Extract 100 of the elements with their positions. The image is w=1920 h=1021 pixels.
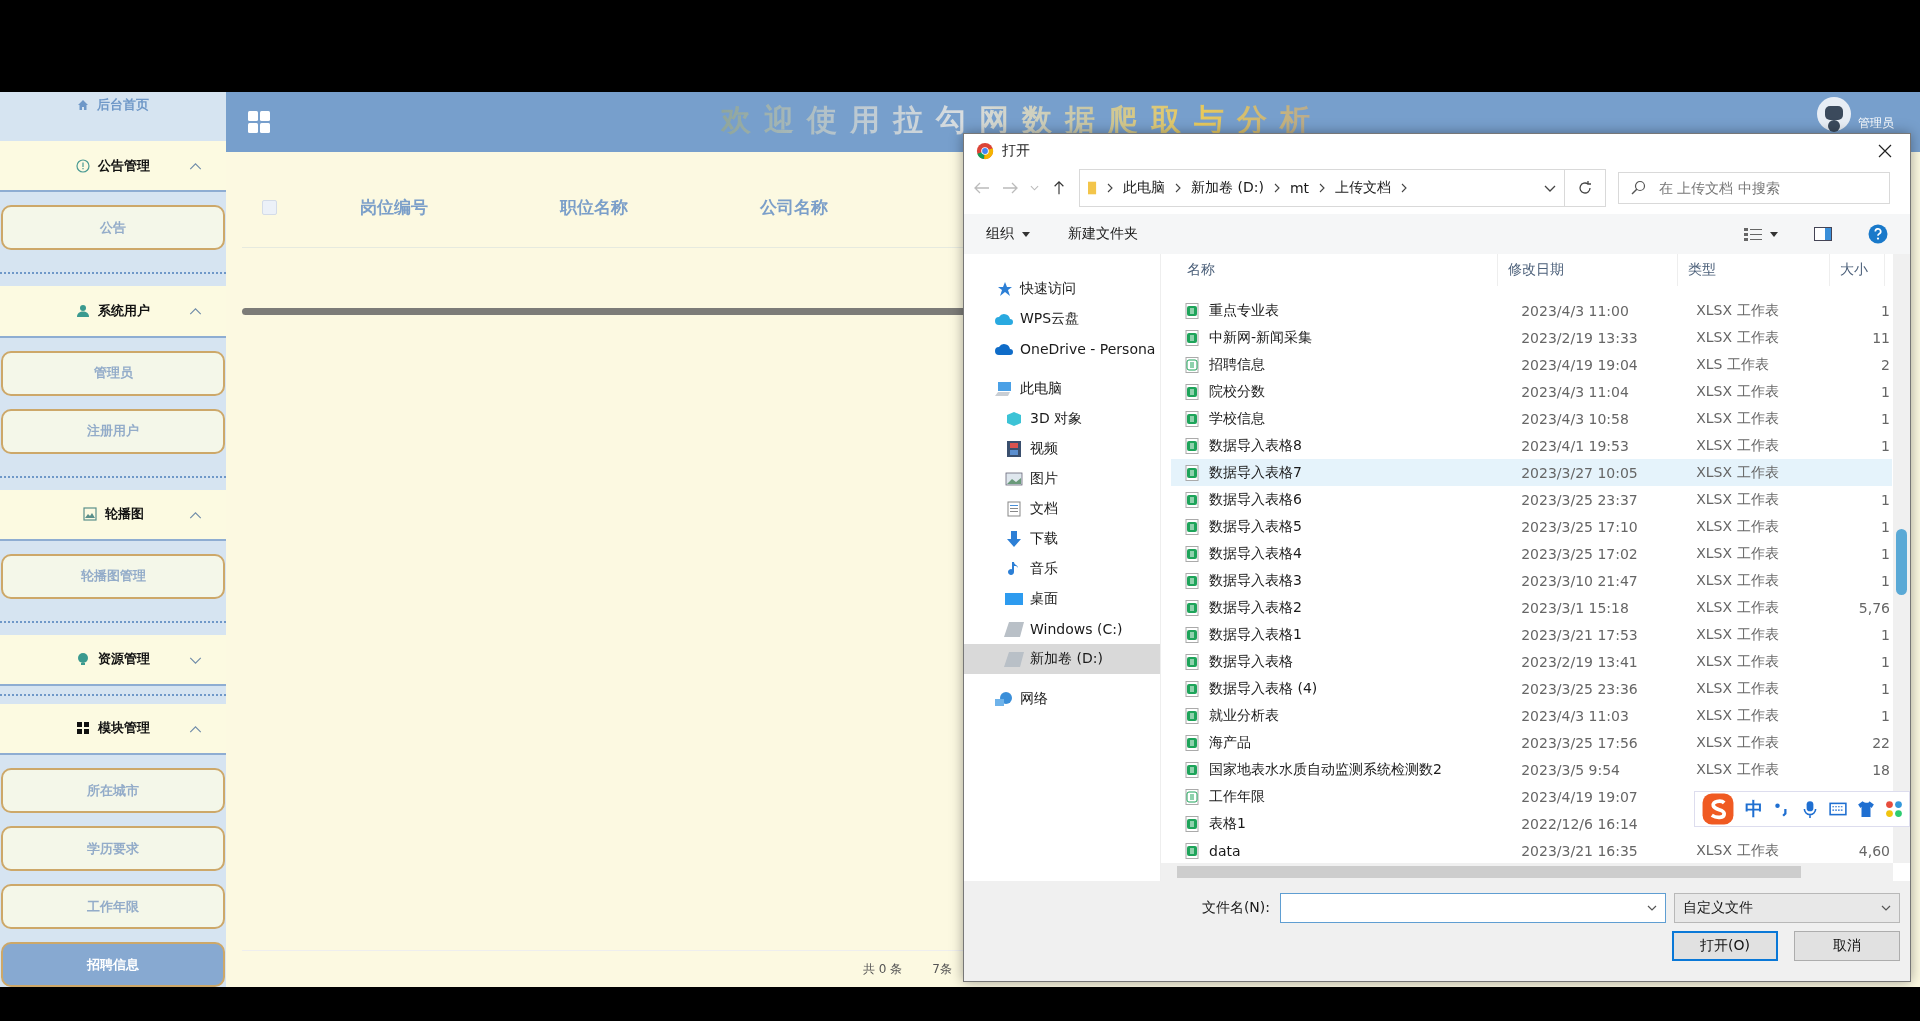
select-all-checkbox[interactable] [262,200,277,215]
nav-item[interactable]: 图片 [964,464,1160,494]
file-row[interactable]: 数据导入表格1 2023/3/21 17:53 XLSX 工作表 1 [1171,621,1892,648]
dropdown-caret-icon[interactable] [1022,231,1030,237]
file-date: 2023/4/1 19:53 [1520,437,1630,454]
dropdown-caret-icon[interactable] [1544,184,1556,192]
nav-item[interactable]: 文档 [964,494,1160,524]
file-row[interactable]: 招聘信息 2023/4/19 19:04 XLS 工作表 2 [1171,351,1892,378]
download-arrow-icon [1004,531,1024,547]
column-header[interactable]: 名称 [1161,254,1498,286]
cancel-button[interactable]: 取消 [1794,931,1900,961]
file-row[interactable]: 数据导入表格2 2023/3/1 15:18 XLSX 工作表 5,76 [1171,594,1892,621]
menu-group-header[interactable]: 系统用户 [0,286,226,338]
filename-label: 文件名(N): [1201,899,1270,917]
file-date: 2023/4/3 11:03 [1520,707,1630,724]
filename-field[interactable] [1280,893,1666,923]
nav-item[interactable]: 网络 [964,684,1160,714]
file-size: 1 [1881,437,1890,454]
up-arrow-icon[interactable] [1051,181,1067,195]
address-bar[interactable]: 此电脑 新加卷 (D:) mt 上传文档 [1079,169,1565,207]
ime-mode[interactable]: 中 [1745,797,1763,821]
breadcrumb-item[interactable]: 上传文档 [1335,179,1391,197]
nav-item[interactable]: 桌面 [964,584,1160,614]
apps-icon[interactable] [1885,800,1903,818]
cloud-icon [994,311,1014,327]
file-size: 1 [1881,410,1890,427]
nav-item[interactable]: 快速访问 [964,274,1160,304]
horizontal-scrollbar[interactable] [1161,863,1893,881]
file-name: 重点专业表 [1209,301,1280,320]
chevron-right-icon [1273,183,1280,193]
grid-menu-icon[interactable] [248,111,270,133]
column-header[interactable]: 修改日期 [1498,254,1678,286]
microphone-icon[interactable] [1801,800,1819,818]
nav-item[interactable]: 视频 [964,434,1160,464]
shirt-icon[interactable] [1857,800,1875,818]
file-type-dropdown[interactable]: 自定义文件 [1674,893,1900,923]
breadcrumb-item[interactable]: mt [1289,180,1309,196]
file-date: 2023/4/3 11:00 [1520,302,1630,319]
nav-item[interactable]: 新加卷 (D:) [964,644,1160,674]
search-field[interactable]: 在 上传文档 中搜索 [1618,172,1890,204]
file-row[interactable]: 学校信息 2023/4/3 10:58 XLSX 工作表 1 [1171,405,1892,432]
nav-item[interactable]: Windows (C:) [964,614,1160,644]
column-header[interactable]: 类型 [1678,254,1830,286]
file-row[interactable]: 海产品 2023/3/25 17:56 XLSX 工作表 22 [1171,729,1892,756]
menu-group-header[interactable]: 资源管理 [0,634,226,687]
file-row[interactable]: 数据导入表格8 2023/4/1 19:53 XLSX 工作表 1 [1171,432,1892,459]
vertical-scrollbar[interactable] [1893,254,1910,863]
file-row[interactable]: 就业分析表 2023/4/3 11:03 XLSX 工作表 1 [1171,702,1892,729]
dropdown-caret-icon[interactable] [1770,231,1778,237]
column-header[interactable]: 大小 [1830,254,1885,286]
file-row[interactable]: 数据导入表格5 2023/3/25 17:10 XLSX 工作表 1 [1171,513,1892,540]
file-row[interactable]: 重点专业表 2023/4/3 11:00 XLSX 工作表 1 [1171,297,1892,324]
file-row[interactable]: 院校分数 2023/4/3 11:04 XLSX 工作表 1 [1171,378,1892,405]
nav-item[interactable]: 下载 [964,524,1160,554]
file-row[interactable]: 中新网-新闻采集 2023/2/19 13:33 XLSX 工作表 11 [1171,324,1892,351]
preview-pane-icon[interactable] [1814,227,1832,241]
new-folder-button[interactable]: 新建文件夹 [1068,225,1138,243]
menu-group-header[interactable]: 模块管理 [0,703,226,756]
file-date: 2023/4/19 19:07 [1520,788,1639,805]
menu-group-header[interactable]: 轮播图 [0,489,226,541]
file-date: 2023/3/21 16:35 [1520,842,1639,859]
nav-item[interactable]: WPS云盘 [964,304,1160,334]
file-row[interactable]: 国家地表水水质自动监测系统检测数2 2023/3/5 9:54 XLSX 工作表 18 [1171,756,1892,783]
file-row[interactable]: 数据导入表格 (4) 2023/3/25 23:36 XLSX 工作表 1 [1171,675,1892,702]
nav-item[interactable]: 音乐 [964,554,1160,584]
page-size-select[interactable]: 7条 [932,960,952,978]
file-name: 数据导入表格6 [1209,490,1303,509]
file-row[interactable]: data 2023/3/21 16:35 XLSX 工作表 4,60 [1171,837,1892,863]
file-date: 2023/4/19 19:04 [1520,356,1639,373]
help-icon[interactable] [1868,224,1888,244]
avatar-icon[interactable] [1816,96,1852,132]
file-row[interactable]: 数据导入表格7 2023/3/27 10:05 XLSX 工作表 [1171,459,1892,486]
file-name: 工作年限 [1209,787,1266,806]
refresh-button[interactable] [1564,169,1606,207]
nav-item[interactable]: 此电脑 [964,374,1160,404]
file-type: XLSX 工作表 [1696,490,1779,507]
close-icon[interactable] [1878,144,1892,158]
drive-icon [1004,621,1024,637]
breadcrumb-item[interactable]: 此电脑 [1123,179,1165,197]
menu-group-header[interactable]: 公告管理 [0,141,226,193]
chevron-icon [189,656,202,664]
file-row[interactable]: 数据导入表格 2023/2/19 13:41 XLSX 工作表 1 [1171,648,1892,675]
nav-item[interactable]: OneDrive - Persona [964,334,1160,364]
file-name: 学校信息 [1209,409,1266,428]
folder-icon [1088,180,1097,196]
file-row[interactable]: 数据导入表格6 2023/3/25 23:37 XLSX 工作表 1 [1171,486,1892,513]
file-type: XLSX 工作表 [1696,409,1779,426]
refresh-icon [1577,180,1593,196]
open-button[interactable]: 打开(O) [1672,931,1778,961]
file-name: 表格1 [1209,814,1247,833]
organize-menu[interactable]: 组织 [986,225,1014,243]
file-size: 1 [1881,572,1890,589]
view-options-icon[interactable] [1744,227,1762,241]
chevron-icon [189,163,202,171]
breadcrumb-item[interactable]: 新加卷 (D:) [1191,179,1264,197]
file-row[interactable]: 数据导入表格4 2023/3/25 17:02 XLSX 工作表 1 [1171,540,1892,567]
nav-item[interactable]: 3D 对象 [964,404,1160,434]
keyboard-icon[interactable] [1829,800,1847,818]
file-row[interactable]: 数据导入表格3 2023/3/10 21:47 XLSX 工作表 1 [1171,567,1892,594]
file-type: XLSX 工作表 [1696,382,1779,399]
